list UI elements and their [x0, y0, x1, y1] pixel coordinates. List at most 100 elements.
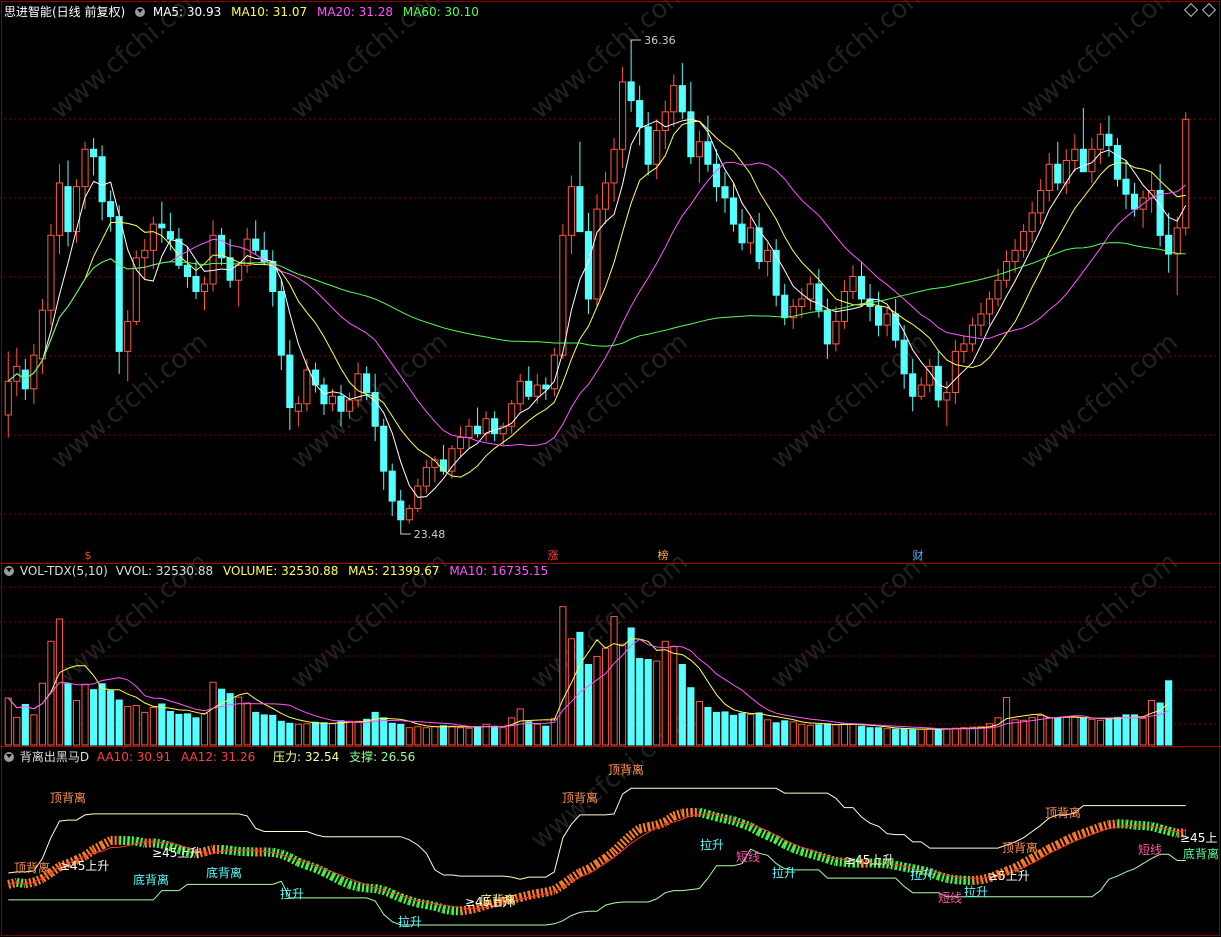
volume-bar: [866, 727, 874, 746]
aa10-band: [1064, 832, 1077, 845]
aa10-band: [662, 812, 677, 826]
candle: [1079, 148, 1087, 173]
candle: [738, 223, 746, 244]
aa10-band: [330, 872, 344, 885]
volume-bar: [593, 656, 601, 746]
price-extreme-label: 36.36: [644, 34, 676, 47]
candle: [192, 276, 200, 292]
candles: 36.36 23.48 $ 涨 榜 财: [4, 34, 1190, 562]
volume-bar: [704, 706, 712, 746]
candle: [55, 182, 64, 236]
volume-bar: [909, 729, 917, 746]
signal-label: ≥45上: [1180, 831, 1217, 845]
aa12-label: AA12: 31.26: [180, 750, 256, 764]
volume-bar: [192, 717, 200, 746]
stock-chart-window: www.cfchi.com www.cfchi.com www.cfchi.com w…: [0, 0, 1221, 937]
indicator-title[interactable]: 背离出黑马D: [20, 750, 89, 764]
volume-bar: [397, 723, 405, 746]
aa10-band: [809, 849, 821, 861]
aa10-band: [1090, 822, 1102, 835]
aa10-band: [203, 845, 215, 857]
aa10-band: [127, 836, 137, 846]
signal-label: 顶背离: [50, 790, 86, 805]
candle: [380, 425, 388, 472]
stock-title[interactable]: 思进智能(日线 前复权): [4, 5, 125, 19]
volume-bar: [303, 723, 311, 746]
volume-bar: [636, 658, 644, 746]
dropdown-icon[interactable]: [135, 7, 146, 17]
event-marker: 榜: [658, 548, 669, 562]
candle: [909, 373, 917, 397]
volume-bar: [525, 721, 533, 746]
volume-bar: [124, 705, 132, 746]
signal-label: 拉升: [772, 865, 796, 880]
volume-bar: [38, 682, 46, 746]
candle: [209, 234, 217, 285]
signal-label: ≥5上升: [988, 869, 1030, 883]
dropdown-icon[interactable]: [4, 566, 14, 576]
aa10-band: [681, 808, 692, 818]
signal-label: 短线: [1138, 843, 1162, 857]
aa10-band: [586, 859, 600, 873]
aa10-band: [638, 822, 650, 834]
indicator-header: 背离出黑马D AA10: 30.91 AA12: 31.26 压力: 32.54…: [4, 749, 421, 765]
volume-bar: [1002, 697, 1011, 746]
aa10-band: [578, 864, 591, 877]
volume-bar: [823, 723, 831, 746]
volume-bar: [712, 711, 721, 746]
candle: [567, 186, 575, 236]
signal-label: 拉升: [700, 837, 724, 852]
candle: [559, 234, 567, 356]
candle: [422, 466, 430, 487]
volume-bar: [354, 720, 362, 746]
volume-bar: [917, 728, 925, 746]
ma60-label: MA60: 30.10: [402, 5, 479, 19]
volume-bar: [252, 711, 260, 746]
aa10-band: [610, 839, 626, 855]
volume-bar: [977, 726, 985, 746]
volume-bar: [72, 700, 81, 746]
chart-canvas[interactable]: www.cfchi.com www.cfchi.com www.cfchi.com w…: [0, 0, 1221, 937]
candle: [311, 369, 320, 386]
volume-bar: [747, 713, 755, 746]
candle: [363, 373, 371, 394]
signal-label: 顶背离: [562, 790, 598, 805]
volume-bar: [1156, 702, 1164, 746]
volume-bar: [653, 660, 661, 746]
candle: [64, 186, 72, 233]
vol-ma5-label: MA5: 21399.67: [348, 564, 440, 578]
volume-bar: [542, 725, 550, 746]
aa10-band: [366, 883, 376, 894]
candle: [277, 290, 285, 356]
aa10-band: [357, 882, 368, 893]
volume-bar: [1113, 716, 1122, 746]
volume-bar: [1079, 717, 1087, 746]
volume-bar: [695, 701, 703, 746]
volume-bar: [1088, 718, 1096, 746]
volume-bar: [764, 719, 772, 746]
volume-bar: [218, 688, 226, 746]
dropdown-icon[interactable]: [4, 752, 14, 762]
volume-bar: [55, 618, 64, 746]
volume-bar: [465, 727, 473, 746]
aa10-band: [773, 835, 787, 849]
volume-bar: [1148, 700, 1156, 746]
volume-bar: [1028, 716, 1036, 746]
volume-header: VOL-TDX(5,10) VVOL: 32530.88 VOLUME: 325…: [4, 563, 554, 579]
volume-bar: [175, 713, 183, 746]
aa10-band: [672, 808, 684, 821]
watermark-text: www.cfchi.com: [285, 327, 454, 475]
volume-bar: [422, 727, 430, 746]
candle: [328, 395, 337, 405]
volume-bar: [1096, 719, 1104, 746]
candle: [764, 249, 772, 263]
vol-title[interactable]: VOL-TDX(5,10): [20, 564, 108, 578]
aa10-band: [91, 841, 105, 854]
volume-bar: [286, 722, 294, 746]
candle: [678, 85, 686, 113]
volume-bar: [1122, 714, 1130, 746]
volume-bar: [388, 722, 396, 746]
event-marker: 财: [913, 548, 924, 562]
aa10-band: [417, 898, 428, 910]
candle: [21, 369, 29, 390]
